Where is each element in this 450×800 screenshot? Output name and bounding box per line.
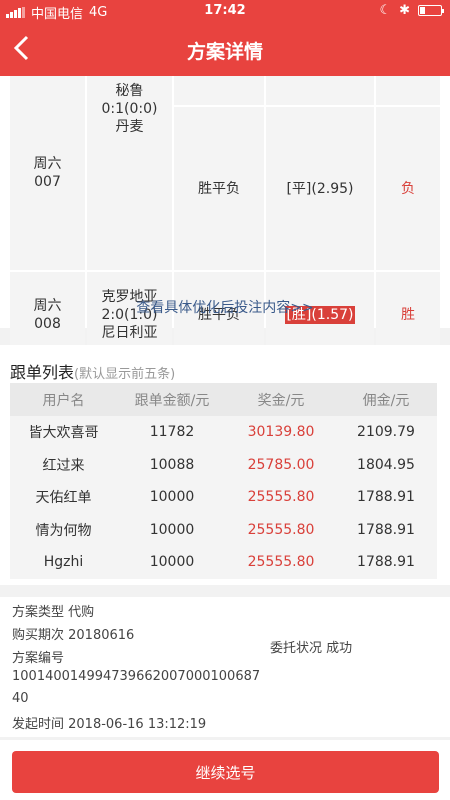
plan-start-time: 发起时间 2018-06-16 13:12:19 xyxy=(12,717,207,732)
nav-bar: 方案详情 xyxy=(0,22,450,76)
away-team: 尼日利亚 xyxy=(101,325,158,341)
battery-icon xyxy=(418,5,444,16)
bluetooth-icon: ✱ xyxy=(399,3,410,18)
page-title: 方案详情 xyxy=(186,41,263,63)
table-row: 情为何物 10000 25555.80 1788.91 xyxy=(10,513,437,546)
entrust-status: 委托状况 成功 xyxy=(270,641,353,656)
plan-number-label: 方案编号 xyxy=(12,651,65,666)
plan-number-tail: 40 xyxy=(12,691,29,706)
home-team: 秘鲁 xyxy=(115,83,144,99)
plan-number: 100140014994739662007000100687 xyxy=(12,669,261,684)
follow-table: 用户名 跟单金额/元 奖金/元 佣金/元 皆大欢喜哥 11782 30139.8… xyxy=(10,383,437,579)
table-row: 皆大欢喜哥 11782 30139.80 2109.79 xyxy=(10,416,437,449)
moon-icon: ☾ xyxy=(379,3,392,18)
match-card: 周六 007 秘鲁 0:1(0:0) 丹麦 胜平负 [平] (2.95) 负 周六… xyxy=(0,76,450,358)
table-row: Hgzhi 10000 25555.80 1788.91 xyxy=(10,546,437,579)
match-day: 周六 xyxy=(33,156,62,172)
table-row: 红过来 10088 25785.00 1804.95 xyxy=(10,448,437,481)
match-info: 周六 007 xyxy=(10,76,85,270)
plan-info: 方案类型 代购 购买期次 20180616 委托状况 成功 方案编号 10014… xyxy=(0,597,450,737)
follow-list-section: 跟单列表(默认显示前五条) 用户名 跟单金额/元 奖金/元 佣金/元 皆大欢喜哥… xyxy=(0,345,450,585)
see-optimized-bets-link[interactable]: 查看具体优化后投注内容>> xyxy=(0,297,450,317)
play-type: 胜平负 xyxy=(174,107,264,270)
match-num: 007 xyxy=(34,174,61,190)
pick: [平] (2.95) xyxy=(266,107,374,270)
away-team: 丹麦 xyxy=(115,119,144,135)
match-score: 0:1(0:0) xyxy=(101,101,158,117)
continue-selecting-button[interactable]: 继续选号 xyxy=(12,751,439,793)
match-result: 负 xyxy=(376,107,440,270)
follow-list-title: 跟单列表(默认显示前五条) xyxy=(10,363,176,382)
match-num: 008 xyxy=(34,316,61,332)
table-row: 天佑红单 10000 25555.80 1788.91 xyxy=(10,481,437,514)
plan-period: 购买期次 20180616 xyxy=(12,628,135,643)
status-bar: 中国电信 4G 17:42 ☾ ✱ xyxy=(0,0,450,22)
match-teams: 秘鲁 0:1(0:0) 丹麦 xyxy=(87,76,172,270)
table-header: 用户名 跟单金额/元 奖金/元 佣金/元 xyxy=(10,383,437,416)
plan-type: 方案类型 代购 xyxy=(12,605,95,620)
bottom-bar: 继续选号 xyxy=(0,740,450,800)
